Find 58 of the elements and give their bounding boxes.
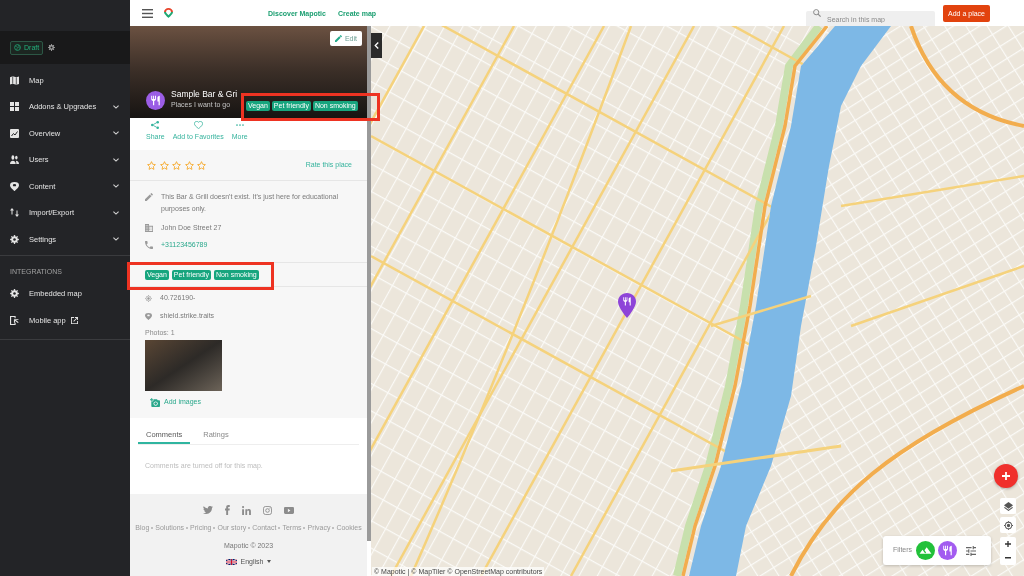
chevron-down-icon <box>113 157 119 162</box>
grid-icon <box>10 102 19 112</box>
star-rating[interactable] <box>147 160 206 170</box>
settings-icon <box>10 234 19 244</box>
pencil-icon <box>145 193 153 201</box>
globe-icon <box>14 44 21 51</box>
mountain-icon[interactable] <box>916 541 936 560</box>
star-icon[interactable] <box>172 160 181 170</box>
map-marker-icon[interactable] <box>618 293 636 318</box>
minus-icon <box>1005 557 1011 559</box>
pin-icon <box>10 181 19 191</box>
collapse-button[interactable] <box>371 33 382 58</box>
instagram-icon[interactable] <box>263 505 272 515</box>
chart-icon <box>10 128 19 138</box>
chevron-left-icon <box>374 42 379 49</box>
linkedin-icon[interactable] <box>242 505 251 515</box>
settings-icon <box>10 289 19 299</box>
locate-button[interactable] <box>1000 517 1016 533</box>
flag-icon <box>225 558 237 565</box>
facebook-icon[interactable] <box>225 505 230 515</box>
youtube-icon[interactable] <box>284 506 294 514</box>
search-icon <box>813 9 821 17</box>
crosshair-icon <box>145 294 152 302</box>
chevron-down-icon <box>113 184 119 189</box>
share-icon <box>151 121 160 129</box>
star-icon[interactable] <box>147 160 156 170</box>
pin-icon <box>145 312 152 320</box>
settings-icon[interactable] <box>48 44 56 51</box>
heart-icon <box>193 121 203 129</box>
chevron-down-icon <box>113 104 119 109</box>
star-icon[interactable] <box>159 160 169 170</box>
chevron-down-icon <box>113 210 119 215</box>
fork-knife-icon[interactable] <box>938 541 958 560</box>
star-icon[interactable] <box>184 160 194 170</box>
fork-knife-icon <box>146 91 165 110</box>
sliders-icon[interactable] <box>966 545 977 556</box>
layers-icon <box>1003 501 1013 511</box>
place-title: Sample Bar & Gri <box>171 89 238 99</box>
external-link-icon <box>70 316 78 324</box>
chevron-down-icon <box>113 131 119 136</box>
arrows-icon <box>10 208 19 218</box>
logo-icon[interactable] <box>164 8 173 18</box>
menu-icon[interactable] <box>142 8 153 18</box>
pencil-icon <box>334 35 342 42</box>
building-icon <box>145 224 153 232</box>
mobile-icon <box>10 315 19 325</box>
users-icon <box>10 155 19 165</box>
phone-icon <box>145 241 153 249</box>
twitter-icon[interactable] <box>203 506 213 514</box>
map-icon <box>10 75 19 85</box>
caret-icon <box>267 560 272 563</box>
star-icon[interactable] <box>197 160 206 170</box>
chevron-down-icon <box>113 237 119 242</box>
layers-button[interactable] <box>1000 498 1016 514</box>
plus-icon <box>1002 472 1010 480</box>
camera-icon <box>150 397 160 407</box>
crosshair-icon <box>1003 520 1013 530</box>
plus-icon <box>1005 541 1011 547</box>
